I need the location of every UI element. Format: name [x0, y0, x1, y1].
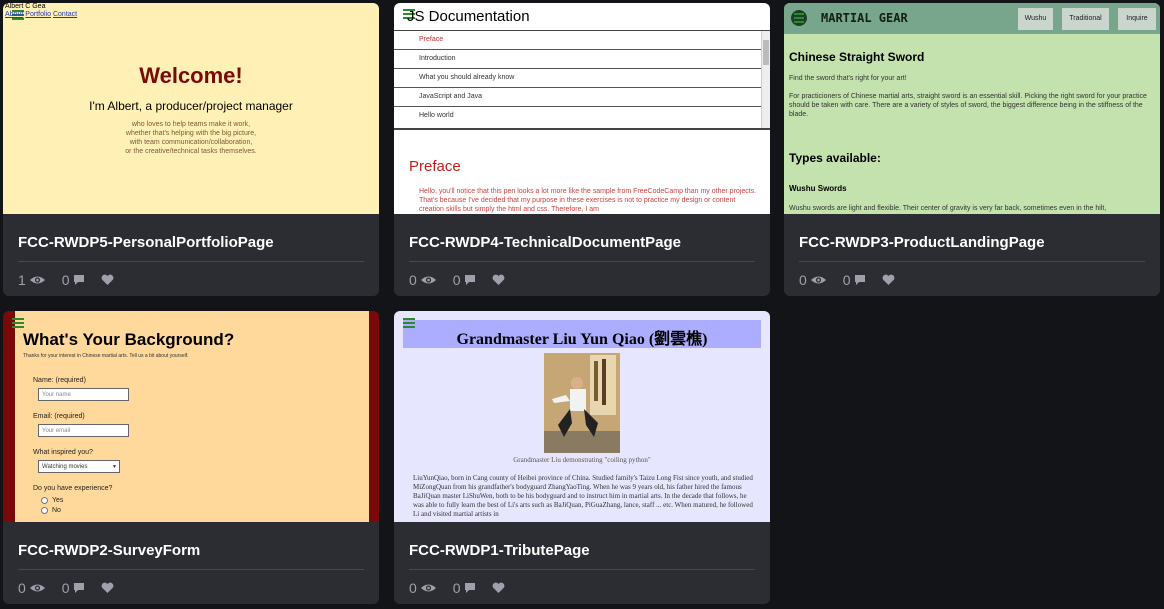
survey-description: Thanks for your interest in Chinese mart… [23, 353, 189, 359]
heart-icon [101, 274, 114, 285]
heart-icon [492, 274, 505, 285]
inspired-label: What inspired you? [33, 449, 93, 456]
comments-stat[interactable]: 0 [62, 580, 85, 596]
heart-icon [882, 274, 895, 285]
types-heading: Types available: [789, 151, 881, 165]
divider [409, 569, 755, 570]
nav-contact-link[interactable]: Contact [53, 11, 77, 18]
section-text: Hello, you'll notice that this pen looks… [419, 188, 757, 213]
chevron-down-icon: ▼ [112, 464, 117, 470]
pen-card[interactable]: Albert C Gea About Portfolio Contact Welco… [3, 3, 379, 296]
hamburger-icon[interactable] [12, 318, 24, 328]
doc-nav: Preface Introduction What you should alr… [394, 31, 762, 125]
pen-preview[interactable]: What's Your Background? Thanks for your … [3, 311, 379, 522]
intro-subheading: I'm Albert, a producer/project manager [89, 99, 293, 113]
pen-card[interactable]: MARTIAL GEAR Wushu Traditional Inquire C… [784, 3, 1160, 296]
doc-nav-item[interactable]: What you should already know [394, 69, 762, 88]
pen-card[interactable]: What's Your Background? Thanks for your … [3, 311, 379, 604]
welcome-heading: Welcome! [139, 63, 243, 88]
pen-preview[interactable]: Albert C Gea About Portfolio Contact Welco… [3, 3, 379, 214]
like-button[interactable] [492, 582, 505, 594]
no-radio[interactable]: No [41, 507, 61, 514]
nav-about-link[interactable]: About [5, 11, 23, 18]
like-button[interactable] [101, 274, 114, 286]
doc-nav-item[interactable]: Introduction [394, 50, 762, 69]
photo-caption: Grandmaster Liu demonstrating "coiling p… [513, 456, 651, 464]
email-input[interactable]: Your email [38, 424, 129, 437]
like-button[interactable] [882, 274, 895, 286]
pen-preview[interactable]: JS Documentation Preface Introduction Wh… [394, 3, 770, 214]
pen-preview[interactable]: Grandmaster Liu Yun Qiao (劉雲樵) Grandmast… [394, 311, 770, 522]
divider [409, 261, 755, 262]
comment-icon [73, 275, 84, 285]
views-stat[interactable]: 1 [18, 272, 46, 288]
views-stat[interactable]: 0 [409, 580, 437, 596]
inspired-select[interactable]: Watching movies ▼ [38, 460, 120, 473]
comments-stat[interactable]: 0 [62, 272, 85, 288]
product-intro: For practicioners of Chinese martial art… [789, 93, 1147, 118]
views-stat[interactable]: 0 [799, 272, 827, 288]
product-tagline: Find the sword that's right for your art… [789, 75, 907, 82]
comment-icon [464, 275, 475, 285]
site-nav: About Portfolio Contact [5, 11, 79, 19]
nav-inquire[interactable]: Inquire [1118, 8, 1156, 30]
name-input[interactable]: Your name [38, 388, 129, 401]
comments-stat[interactable]: 0 [453, 580, 476, 596]
comment-icon [73, 583, 84, 593]
like-button[interactable] [492, 274, 505, 286]
pen-title[interactable]: FCC-RWDP3-ProductLandingPage [799, 234, 1045, 251]
brand-name: MARTIAL GEAR [821, 11, 908, 25]
nav-wushu[interactable]: Wushu [1018, 8, 1053, 30]
eye-icon [810, 276, 826, 284]
comments-stat[interactable]: 0 [843, 272, 866, 288]
pen-title[interactable]: FCC-RWDP5-PersonalPortfolioPage [18, 234, 274, 251]
nav-traditional[interactable]: Traditional [1062, 8, 1109, 30]
pen-title[interactable]: FCC-RWDP4-TechnicalDocumentPage [409, 234, 681, 251]
pen-preview[interactable]: MARTIAL GEAR Wushu Traditional Inquire C… [784, 3, 1160, 214]
doc-nav-item[interactable]: Preface [394, 31, 762, 50]
divider [18, 569, 364, 570]
section-title: Preface [409, 158, 461, 175]
eye-icon [29, 276, 45, 284]
comment-icon [464, 583, 475, 593]
eye-icon [420, 276, 436, 284]
wushu-text: Wushu swords are light and flexible. The… [789, 205, 1107, 212]
doc-nav-item[interactable]: JavaScript and Java [394, 88, 762, 107]
eye-icon [420, 584, 436, 592]
heart-icon [492, 582, 505, 593]
like-button[interactable] [101, 582, 114, 594]
heart-icon [101, 582, 114, 593]
product-heading: Chinese Straight Sword [789, 50, 925, 64]
comment-icon [854, 275, 865, 285]
survey-title: What's Your Background? [23, 330, 235, 349]
tribute-title: Grandmaster Liu Yun Qiao (劉雲樵) [456, 331, 708, 348]
intro-blurb: who loves to help teams make it work, wh… [125, 121, 257, 155]
tribute-photo [544, 353, 620, 453]
views-stat[interactable]: 0 [18, 580, 46, 596]
hamburger-icon[interactable] [794, 13, 804, 23]
tribute-bio: LiuYunQiao, born in Cang county of Heibe… [413, 474, 753, 518]
divider [18, 261, 364, 262]
pen-title[interactable]: FCC-RWDP1-TributePage [409, 542, 590, 559]
eye-icon [29, 584, 45, 592]
yes-radio[interactable]: Yes [41, 497, 63, 504]
scrollbar[interactable] [761, 31, 770, 128]
pen-title[interactable]: FCC-RWDP2-SurveyForm [18, 542, 200, 559]
doc-nav-item[interactable]: Hello world [394, 107, 762, 125]
experience-label: Do you have experience? [33, 485, 113, 492]
comments-stat[interactable]: 0 [453, 272, 476, 288]
pen-card[interactable]: Grandmaster Liu Yun Qiao (劉雲樵) Grandmast… [394, 311, 770, 604]
divider [799, 261, 1145, 262]
wushu-heading: Wushu Swords [789, 184, 847, 193]
email-label: Email: (required) [33, 413, 85, 420]
nav-portfolio-link[interactable]: Portfolio [25, 11, 51, 18]
pen-card[interactable]: JS Documentation Preface Introduction Wh… [394, 3, 770, 296]
views-stat[interactable]: 0 [409, 272, 437, 288]
divider [394, 128, 770, 130]
site-name: Albert C Gea [5, 3, 46, 10]
name-label: Name: (required) [33, 377, 86, 384]
doc-title: JS Documentation [407, 8, 530, 25]
